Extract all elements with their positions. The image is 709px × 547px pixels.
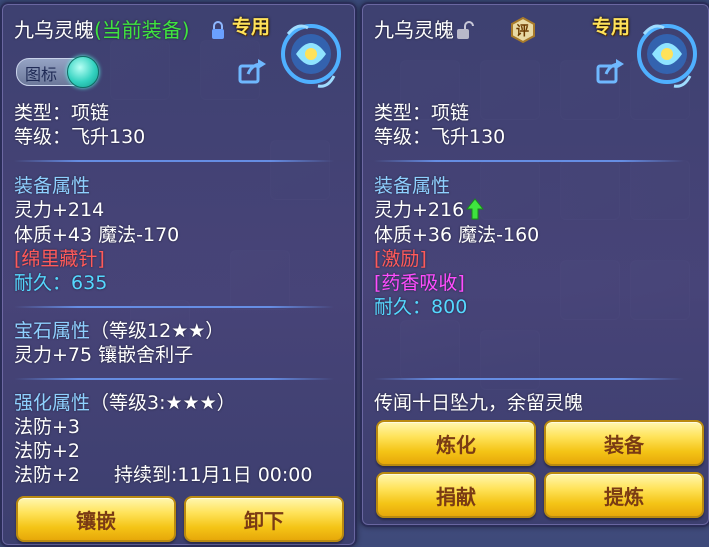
rate-badge-label: 评 [516, 24, 530, 39]
rate-badge[interactable]: 评 [510, 16, 536, 44]
extract-button[interactable]: 提炼 [544, 472, 704, 518]
item-level: 等级：飞升130 [14, 126, 146, 148]
attr-line-1: 灵力+214 [14, 199, 105, 221]
enhance-section: 强化属性（等级3:★★★） [14, 391, 236, 415]
enhance-level: （等级3:★★★） [90, 392, 236, 414]
lock-icon [212, 21, 224, 39]
divider [14, 160, 334, 162]
equipped-tag: (当前装备) [94, 18, 190, 42]
inlay-button[interactable]: 镶嵌 [16, 496, 176, 542]
gem-line: 灵力+75 镶嵌舍利子 [14, 344, 194, 366]
share-icon[interactable] [238, 58, 268, 84]
unequip-button[interactable]: 卸下 [184, 496, 344, 542]
arrow-up-icon [466, 198, 484, 220]
durability-label: 耐久： [374, 296, 432, 318]
equipped-item-panel: 九乌灵魄(当前装备) 专用 图标 类型：项链 等级：飞升130 装备属性 灵力+… [0, 2, 357, 547]
gem-section: 宝石属性（等级12★★） [14, 319, 224, 343]
item-name: 九乌灵魄 [374, 18, 454, 42]
divider [14, 306, 334, 308]
attr-section-title: 装备属性 [374, 175, 451, 197]
item-description: 传闻十日坠九，余留灵魄 [374, 392, 584, 414]
gem-section-title: 宝石属性 [14, 320, 91, 342]
special-skill: [绵里藏针] [14, 248, 105, 270]
exclusive-label: 专用 [232, 16, 271, 38]
item-type: 类型：项链 [374, 102, 470, 124]
enhance-line-2: 法防+2 [14, 440, 81, 462]
icon-toggle[interactable]: 图标 [16, 56, 99, 88]
durability-label: 耐久： [14, 272, 72, 294]
item-level: 等级：飞升130 [374, 126, 506, 148]
special-skill: [激励] [374, 248, 427, 270]
enhance-line-1: 法防+3 [14, 416, 81, 438]
toggle-knob [67, 56, 99, 88]
special-effect: [药香吸收] [374, 272, 465, 294]
durability-value: 635 [71, 272, 108, 294]
enhance-line-3: 法防+2 [14, 464, 81, 486]
refine-button[interactable]: 炼化 [376, 420, 536, 466]
item-title: 九乌灵魄(当前装备) [14, 18, 190, 42]
attr-line-2: 体质+36 魔法-160 [374, 224, 540, 246]
necklace-item-icon[interactable] [278, 14, 344, 94]
necklace-item-icon[interactable] [634, 14, 700, 94]
divider [14, 378, 334, 380]
divider [374, 378, 684, 380]
item-name: 九乌灵魄 [14, 18, 94, 42]
attr-line-2: 体质+43 魔法-170 [14, 224, 180, 246]
attr-section-title: 装备属性 [14, 175, 91, 197]
equip-button[interactable]: 装备 [544, 420, 704, 466]
toggle-label: 图标 [25, 65, 58, 84]
gem-level: （等级12★★） [90, 320, 225, 342]
attr-line-1: 灵力+216 [374, 199, 465, 221]
durability: 耐久：635 [14, 271, 107, 295]
item-type: 类型：项链 [14, 102, 110, 124]
enhance-duration: 持续到:11月1日 00:00 [114, 464, 313, 486]
compare-item-panel: 九乌灵魄 评 专用 类型：项链 等级：飞升130 装备属性 灵力+216 体质+… [360, 2, 709, 527]
donate-button[interactable]: 捐献 [376, 472, 536, 518]
exclusive-label: 专用 [592, 16, 631, 38]
unlock-icon [457, 21, 474, 39]
enhance-section-title: 强化属性 [14, 392, 91, 414]
share-icon[interactable] [596, 58, 626, 84]
durability-value: 800 [431, 296, 468, 318]
durability: 耐久：800 [374, 295, 467, 319]
divider [374, 160, 684, 162]
